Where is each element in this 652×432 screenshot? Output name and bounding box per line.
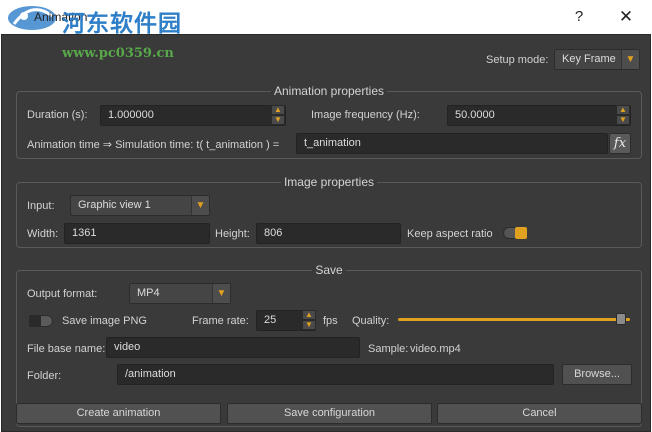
time-expression-input[interactable]: t_animation [296, 133, 608, 154]
watermark-url: www.pc0359.cn [62, 46, 174, 61]
chevron-down-icon: ▼ [621, 50, 639, 69]
save-configuration-button[interactable]: Save configuration [227, 403, 432, 424]
sample-value: video.mp4 [410, 343, 461, 355]
save-png-toggle[interactable] [29, 315, 53, 327]
chevron-down-icon: ▼ [191, 196, 209, 215]
save-png-label: Save image PNG [62, 315, 147, 327]
keep-aspect-toggle[interactable] [503, 227, 527, 239]
fps-unit-label: fps [323, 315, 338, 327]
frame-rate-stepper[interactable]: ▲ ▼ [302, 310, 316, 331]
width-input[interactable]: 1361 [64, 223, 210, 244]
sample-label: Sample: [368, 343, 409, 355]
browse-button[interactable]: Browse... [562, 364, 632, 385]
stepper-up-icon[interactable]: ▲ [271, 105, 285, 115]
watermark-logo-text: 河东软件园 [62, 10, 182, 37]
time-mapping-label: Animation time ⇒ Simulation time: t( t_a… [27, 139, 280, 151]
setup-mode-value: Key Frame [562, 53, 616, 65]
duration-label: Duration (s): [27, 109, 88, 121]
height-input[interactable]: 806 [256, 223, 401, 244]
duration-input[interactable]: 1.000000 [100, 105, 286, 126]
stepper-down-icon[interactable]: ▼ [302, 320, 316, 330]
frame-rate-label: Frame rate: [192, 315, 249, 327]
quality-slider[interactable] [398, 318, 630, 321]
help-button[interactable]: ? [568, 6, 590, 28]
folder-label: Folder: [27, 370, 62, 382]
stepper-down-icon[interactable]: ▼ [271, 115, 285, 125]
frequency-input[interactable]: 50.0000 [447, 105, 631, 126]
toggle-knob [515, 227, 527, 239]
output-format-label: Output format: [27, 288, 98, 300]
frequency-stepper[interactable]: ▲ ▼ [616, 105, 630, 126]
quality-label: Quality: [352, 315, 390, 327]
input-label: Input: [27, 200, 55, 212]
duration-stepper[interactable]: ▲ ▼ [271, 105, 285, 126]
setup-mode-label: Setup mode: [486, 54, 549, 66]
cancel-button[interactable]: Cancel [437, 403, 642, 424]
toggle-knob [29, 315, 41, 327]
group-title-animation: Animation properties [270, 84, 388, 98]
animation-dialog: Setup mode: Key Frame ▼ Animation proper… [1, 34, 651, 432]
quality-slider-handle[interactable] [615, 313, 626, 325]
output-format-value: MP4 [137, 287, 160, 299]
group-title-save: Save [312, 263, 346, 277]
width-label: Width: [27, 228, 59, 240]
file-base-name-input[interactable]: video [106, 337, 360, 358]
close-button[interactable]: ✕ [612, 4, 640, 30]
frequency-label: Image frequency (Hz): [311, 109, 420, 121]
create-animation-button[interactable]: Create animation [16, 403, 221, 424]
input-source-select[interactable]: Graphic view 1 ▼ [70, 195, 210, 216]
output-format-select[interactable]: MP4 ▼ [129, 283, 231, 304]
stepper-up-icon[interactable]: ▲ [616, 105, 630, 115]
title-bar: Animation 河东软件园 ? ✕ [0, 0, 652, 37]
height-label: Height: [215, 228, 250, 240]
chevron-down-icon: ▼ [212, 284, 230, 303]
folder-input[interactable]: /animation [117, 364, 554, 385]
file-base-name-label: File base name: [27, 343, 106, 355]
group-title-image: Image properties [280, 175, 378, 189]
input-source-value: Graphic view 1 [78, 199, 151, 211]
keep-aspect-label: Keep aspect ratio [407, 228, 493, 240]
function-editor-button[interactable]: fx [609, 133, 631, 154]
setup-mode-select[interactable]: Key Frame ▼ [554, 49, 640, 70]
stepper-down-icon[interactable]: ▼ [616, 115, 630, 125]
stepper-up-icon[interactable]: ▲ [302, 310, 316, 320]
